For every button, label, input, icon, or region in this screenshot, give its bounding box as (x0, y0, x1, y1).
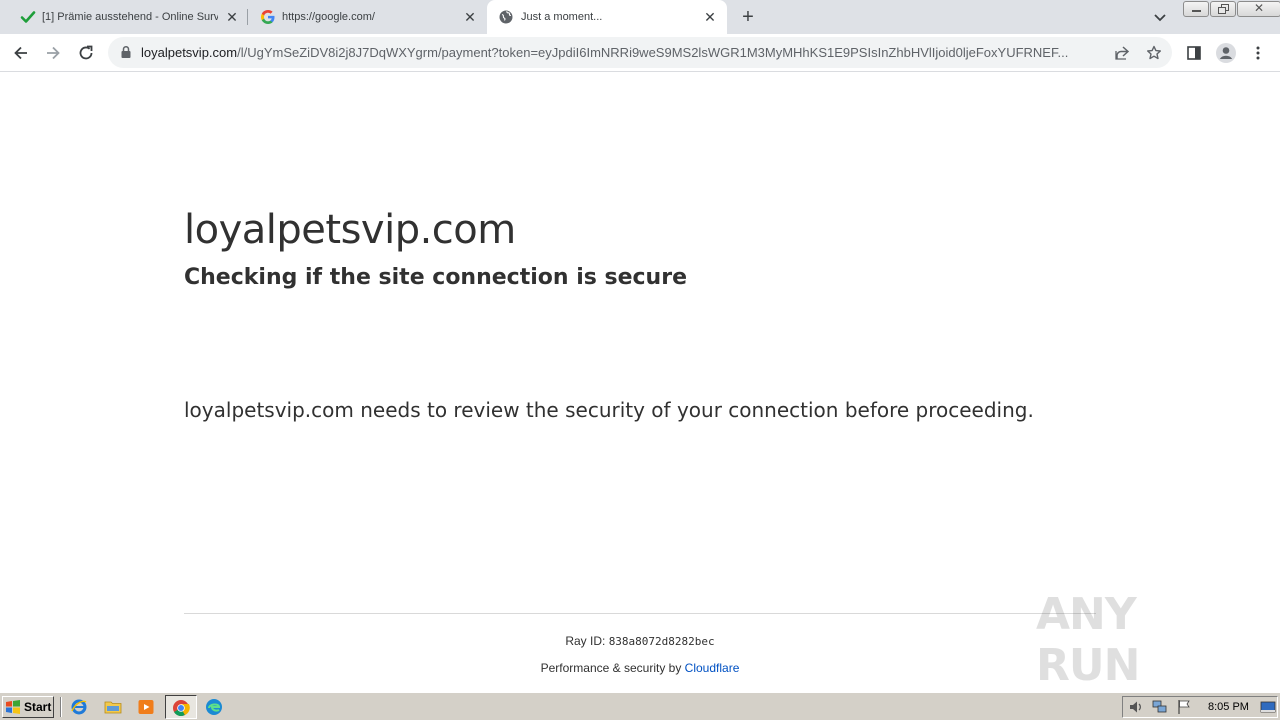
tab-just-a-moment[interactable]: Just a moment... ✕ (487, 0, 727, 34)
url-host: loyalpetsvip.com (141, 45, 238, 60)
chrome-icon (173, 700, 190, 716)
edge-icon[interactable] (205, 698, 223, 716)
flag-icon[interactable] (1175, 698, 1193, 716)
new-tab-button[interactable]: + (738, 7, 758, 27)
avatar-icon (1216, 43, 1236, 63)
menu-button[interactable] (1247, 42, 1269, 64)
taskbar-divider (60, 697, 62, 717)
profile-button[interactable] (1215, 42, 1237, 64)
show-desktop-icon[interactable] (1259, 698, 1277, 716)
ray-id-value: 838a8072d8282bec (608, 635, 715, 648)
start-label: Start (24, 700, 52, 714)
tab-google[interactable]: https://google.com/ ✕ (250, 0, 486, 34)
clock: 8:05 PM (1208, 701, 1249, 713)
url-path: /l/UgYmSeZiDV8i2j8J7DqWXYgrm/payment?tok… (237, 45, 1069, 60)
tab-title: https://google.com/ (282, 11, 375, 23)
reload-button[interactable] (75, 42, 97, 64)
tab-strip: [1] Prämie ausstehend - Online Survey ✕ … (0, 0, 1280, 34)
globe-icon (499, 10, 513, 24)
page-content: loyalpetsvip.com Checking if the site co… (0, 72, 1280, 692)
restore-button[interactable] (1210, 1, 1236, 17)
folder-icon[interactable] (104, 698, 122, 716)
cloudflare-link[interactable]: Cloudflare (685, 661, 740, 675)
address-bar[interactable]: loyalpetsvip.com/l/UgYmSeZiDV8i2j8J7DqWX… (108, 37, 1172, 68)
kebab-menu-icon (1256, 46, 1260, 60)
minimize-button[interactable] (1183, 1, 1209, 17)
windows-logo-icon (6, 700, 20, 714)
volume-icon[interactable] (1127, 698, 1145, 716)
start-button[interactable]: Start (2, 696, 54, 718)
bookmark-star-icon[interactable] (1145, 44, 1163, 62)
forward-button[interactable] (42, 42, 64, 64)
browser-toolbar: loyalpetsvip.com/l/UgYmSeZiDV8i2j8J7DqWX… (0, 34, 1280, 72)
tab-title: [1] Prämie ausstehend - Online Survey (42, 11, 218, 23)
chevron-down-icon[interactable] (1152, 9, 1168, 25)
side-panel-button[interactable] (1183, 42, 1205, 64)
chrome-taskbar-button[interactable] (165, 695, 197, 719)
footer-divider (184, 613, 1096, 614)
lock-icon[interactable] (120, 45, 132, 59)
close-icon[interactable]: ✕ (224, 9, 240, 25)
security-notice: loyalpetsvip.com needs to review the sec… (184, 398, 1034, 422)
url-text[interactable]: loyalpetsvip.com/l/UgYmSeZiDV8i2j8J7DqWX… (141, 45, 1101, 61)
system-tray (1122, 696, 1278, 718)
tab-title: Just a moment... (521, 11, 603, 23)
close-icon[interactable]: ✕ (462, 9, 478, 25)
back-button[interactable] (10, 42, 32, 64)
tab-divider (247, 9, 248, 25)
close-icon[interactable]: ✕ (702, 9, 718, 25)
side-panel-icon (1187, 46, 1201, 60)
network-icon[interactable] (1151, 698, 1169, 716)
perf-prefix: Performance & security by (540, 661, 682, 675)
ray-id-label: Ray ID: (565, 634, 606, 648)
taskbar: Start 8:05 PM (0, 692, 1280, 720)
media-player-icon[interactable] (137, 698, 155, 716)
reload-icon (79, 45, 93, 60)
google-icon (261, 10, 275, 24)
arrow-right-icon (47, 46, 60, 60)
page-subtitle: Checking if the site connection is secur… (184, 265, 687, 290)
close-icon: ✕ (1254, 1, 1265, 15)
page-title: loyalpetsvip.com (184, 207, 516, 253)
window-controls: ✕ (1182, 1, 1280, 17)
watermark-text: ANY RUN (1036, 589, 1140, 691)
arrow-left-icon (14, 46, 27, 60)
anyrun-watermark: ANY RUN (1036, 589, 1236, 691)
close-window-button[interactable]: ✕ (1237, 1, 1280, 17)
internet-explorer-icon[interactable] (70, 698, 88, 716)
tab-survey[interactable]: [1] Prämie ausstehend - Online Survey ✕ (8, 0, 246, 34)
checkmark-icon (20, 11, 36, 23)
share-icon[interactable] (1113, 44, 1131, 62)
